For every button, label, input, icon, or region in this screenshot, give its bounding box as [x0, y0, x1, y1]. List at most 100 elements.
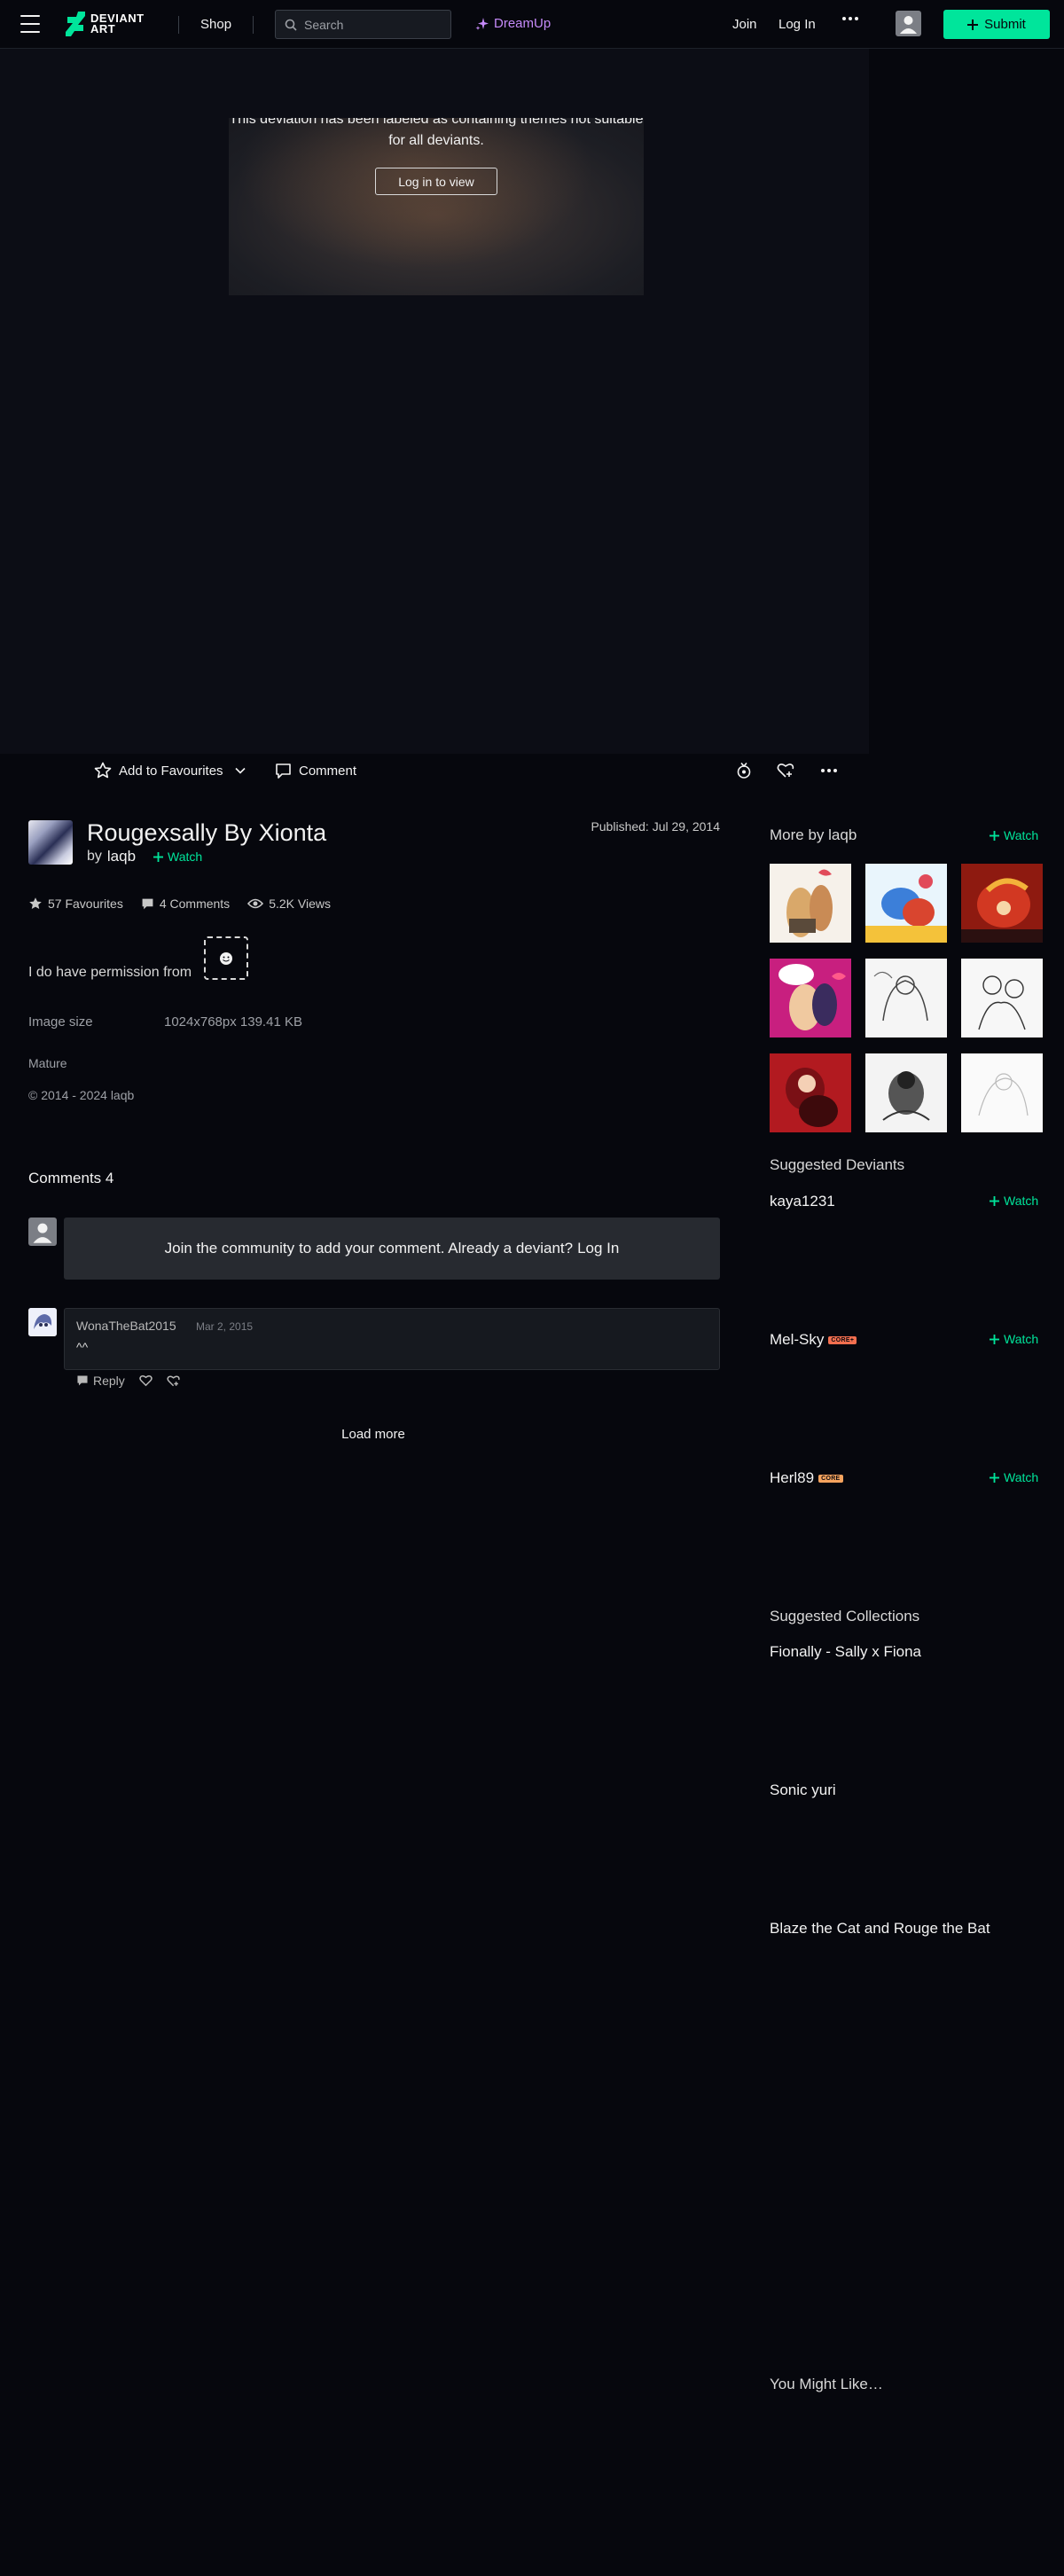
deviation-description: I do have permission from: [28, 965, 192, 980]
image-size-label: Image size: [28, 1014, 93, 1030]
suggested-deviant[interactable]: Herl89 CORE: [770, 1469, 843, 1487]
comment-icon: [142, 898, 153, 909]
load-more-comments-button[interactable]: Load more: [325, 1427, 422, 1442]
commenter-avatar-art: [28, 1308, 57, 1336]
tip-comment-button[interactable]: [167, 1374, 181, 1388]
thumbnail-art: [865, 1053, 947, 1132]
submit-label: Submit: [984, 17, 1026, 32]
join-link[interactable]: Join: [732, 16, 757, 34]
suggested-deviant[interactable]: kaya1231: [770, 1193, 835, 1210]
thumbnail-art: [865, 864, 947, 943]
like-comment-button[interactable]: [139, 1374, 153, 1387]
watch-deviant-button[interactable]: Watch: [990, 1470, 1038, 1484]
comment-login-link[interactable]: Log In: [577, 1240, 619, 1257]
give-badge-button[interactable]: [735, 760, 753, 781]
deviation-stats: 57 Favourites 4 Comments 5.2K Views: [28, 897, 331, 911]
ellipsis-icon: [821, 769, 837, 772]
more-by-thumbnail[interactable]: [865, 864, 947, 943]
watch-deviant-button[interactable]: Watch: [990, 1332, 1038, 1346]
suggested-deviant[interactable]: Mel-Sky CORE+: [770, 1331, 857, 1349]
watch-author-button[interactable]: Watch: [153, 850, 202, 864]
sidebar-watch-button[interactable]: Watch: [990, 828, 1038, 842]
thumbnail-art: [865, 959, 947, 1037]
comment-button[interactable]: Comment: [275, 760, 356, 781]
watch-label: Watch: [168, 850, 203, 864]
thumbnail-art: [961, 959, 1043, 1037]
plus-icon: [990, 830, 999, 841]
favourites-dropdown[interactable]: [234, 760, 246, 781]
login-link[interactable]: Log In: [778, 16, 816, 34]
add-to-favourites-label: Add to Favourites: [119, 763, 223, 779]
logo-text-art: ART: [90, 22, 116, 35]
divider: [253, 16, 254, 34]
author-name-link[interactable]: laqb: [107, 848, 136, 865]
watch-deviant-button[interactable]: Watch: [990, 1194, 1038, 1208]
comment-label: Comment: [299, 763, 357, 779]
you-might-like-heading: You Might Like…: [770, 2376, 883, 2392]
logo-wordmark: DEVIANT ART: [90, 12, 144, 35]
by-label: by: [87, 849, 102, 864]
top-navigation-bar: DEVIANT ART Shop DreamUp Join Log In Sub…: [0, 0, 1064, 49]
search-input[interactable]: [304, 17, 437, 32]
mature-tag[interactable]: Mature: [28, 1056, 67, 1070]
more-by-thumbnail[interactable]: [865, 959, 947, 1037]
submit-button[interactable]: Submit: [943, 10, 1050, 39]
plus-icon: [967, 19, 979, 30]
thumbnail-art: [770, 864, 851, 943]
join-community-link[interactable]: Join the community: [165, 1240, 294, 1257]
watch-label: Watch: [1004, 1332, 1039, 1346]
more-by-thumbnail[interactable]: [961, 1053, 1043, 1132]
heart-icon: [139, 1374, 153, 1387]
menu-icon[interactable]: [20, 15, 40, 33]
comment-actions: Reply: [76, 1374, 181, 1388]
give-tip-button[interactable]: [777, 760, 795, 781]
deviant-name[interactable]: kaya1231: [770, 1193, 835, 1210]
suggested-collection[interactable]: Blaze the Cat and Rouge the Bat: [770, 1920, 990, 1938]
comment-author[interactable]: WonaTheBat2015: [76, 1319, 176, 1333]
comment-body: ^^: [76, 1340, 89, 1354]
more-actions-icon[interactable]: [820, 760, 838, 781]
comment-date[interactable]: Mar 2, 2015: [196, 1320, 253, 1333]
more-by-thumbnail[interactable]: [770, 959, 851, 1037]
search-box[interactable]: [275, 10, 451, 39]
favourites-count[interactable]: 57 Favourites: [28, 897, 123, 911]
comments-count[interactable]: 4 Comments: [141, 897, 230, 911]
suggested-collection[interactable]: Fionally - Sally x Fiona: [770, 1643, 921, 1661]
embedded-emoticon: [204, 936, 248, 980]
suggested-collections-heading: Suggested Collections: [770, 1608, 920, 1625]
add-to-favourites-button[interactable]: Add to Favourites: [94, 760, 223, 781]
author-line: by laqb Watch: [87, 848, 202, 865]
author-avatar[interactable]: [28, 820, 73, 865]
guest-avatar: [28, 1218, 57, 1246]
dreamup-link[interactable]: DreamUp: [475, 16, 551, 31]
more-by-thumbnail[interactable]: [961, 864, 1043, 943]
more-options-icon[interactable]: [842, 17, 858, 20]
mature-warning-message: This deviation has been labeled as conta…: [229, 118, 644, 148]
tip-heart-icon: [167, 1374, 180, 1386]
join-community-prompt: Join the community to add your comment. …: [64, 1218, 720, 1280]
more-by-heading[interactable]: More by laqb: [770, 826, 857, 844]
watch-label: Watch: [1004, 828, 1039, 842]
plus-icon: [990, 1472, 999, 1483]
commenter-avatar[interactable]: [28, 1308, 57, 1336]
suggested-collection[interactable]: Sonic yuri: [770, 1781, 836, 1799]
more-by-thumbnail[interactable]: [770, 864, 851, 943]
deviant-name[interactable]: Mel-Sky: [770, 1331, 824, 1349]
comment-card: WonaTheBat2015 Mar 2, 2015 ^^: [64, 1308, 720, 1370]
deviant-name[interactable]: Herl89: [770, 1469, 814, 1487]
user-avatar[interactable]: [896, 11, 921, 36]
reply-button[interactable]: Reply: [76, 1374, 125, 1388]
star-icon: [29, 897, 42, 909]
shop-link[interactable]: Shop: [200, 16, 231, 34]
more-by-thumbnail[interactable]: [865, 1053, 947, 1132]
search-icon: [285, 19, 297, 31]
comments-heading: Comments 4: [28, 1170, 114, 1186]
user-silhouette-icon: [33, 1223, 52, 1243]
login-to-view-button[interactable]: Log in to view: [375, 168, 497, 195]
thumbnail-art: [770, 959, 851, 1037]
more-by-thumbnail[interactable]: [961, 959, 1043, 1037]
plus-icon: [990, 1195, 999, 1206]
deviantart-logo[interactable]: DEVIANT ART: [66, 11, 144, 37]
more-by-thumbnail[interactable]: [770, 1053, 851, 1132]
plus-icon: [153, 851, 164, 862]
